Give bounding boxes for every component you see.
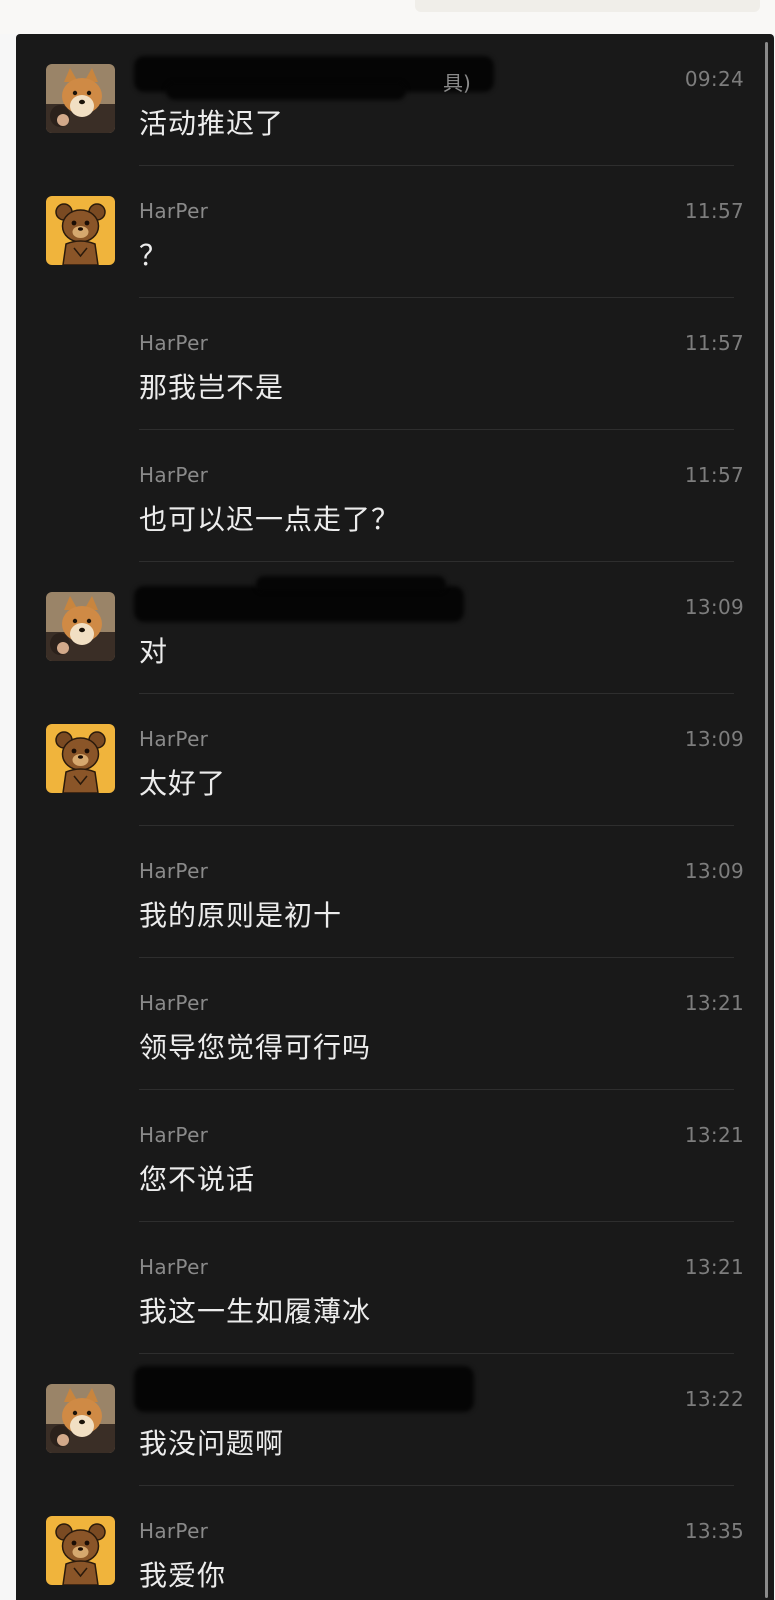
top-strip <box>0 0 775 34</box>
sender-name: HarPer <box>139 991 209 1015</box>
redacted-sender-smudge <box>256 576 446 592</box>
message-time: 11:57 <box>684 331 744 355</box>
message-time: 13:21 <box>684 991 744 1015</box>
message-time: 13:21 <box>684 1123 744 1147</box>
message-item[interactable]: HarPer 13:21 您不说话 <box>16 1090 756 1222</box>
message-item[interactable]: 13:22 我没问题啊 <box>16 1354 756 1486</box>
message-time: 13:21 <box>684 1255 744 1279</box>
sender-name: HarPer <box>139 727 209 751</box>
message-text: 对 <box>139 635 169 668</box>
sender-name: HarPer <box>139 1123 209 1147</box>
message-item[interactable]: HarPer 13:21 我这一生如履薄冰 <box>16 1222 756 1354</box>
sender-name: HarPer <box>139 331 209 355</box>
message-time: 13:09 <box>684 859 744 883</box>
message-item[interactable]: 具) 09:24 活动推迟了 <box>16 34 756 166</box>
message-time: 11:57 <box>684 199 744 223</box>
bear-avatar-icon[interactable] <box>46 724 115 793</box>
bear-avatar-icon[interactable] <box>46 1516 115 1585</box>
message-item[interactable]: HarPer 13:09 我的原则是初十 <box>16 826 756 958</box>
message-text: 您不说话 <box>139 1163 256 1196</box>
message-text: 我爱你 <box>139 1559 227 1592</box>
redacted-sender <box>134 1366 474 1412</box>
shiba-avatar-icon[interactable] <box>46 64 115 133</box>
sender-name: HarPer <box>139 1519 209 1543</box>
message-text: 太好了 <box>139 767 227 800</box>
sender-name: HarPer <box>139 1255 209 1279</box>
message-time: 11:57 <box>684 463 744 487</box>
message-text: 我的原则是初十 <box>139 899 343 932</box>
shiba-avatar-icon[interactable] <box>46 1384 115 1453</box>
message-text: 也可以迟一点走了？ <box>139 503 401 536</box>
message-item[interactable]: HarPer 11:57 也可以迟一点走了？ <box>16 430 756 562</box>
message-time: 13:22 <box>684 1387 744 1411</box>
message-text: 我没问题啊 <box>139 1427 285 1460</box>
message-item[interactable]: HarPer 13:21 领导您觉得可行吗 <box>16 958 756 1090</box>
sender-name: HarPer <box>139 199 209 223</box>
redacted-sender-tail: 具) <box>443 71 471 95</box>
message-text: 我这一生如履薄冰 <box>139 1295 372 1328</box>
message-text: ？ <box>139 239 169 272</box>
message-text: 活动推迟了 <box>139 107 285 140</box>
message-item[interactable]: HarPer 13:09 太好了 <box>16 694 756 826</box>
redacted-sender-smudge <box>166 82 406 100</box>
message-item[interactable]: 13:09 对 <box>16 562 756 694</box>
message-item[interactable]: HarPer 11:57 ？ <box>16 166 756 298</box>
chat-panel[interactable]: 具) 09:24 活动推迟了 HarPer 11:57 ？ HarPer 11:… <box>16 34 774 1600</box>
bear-avatar-icon[interactable] <box>46 196 115 265</box>
sender-name: HarPer <box>139 859 209 883</box>
message-item[interactable]: HarPer 11:57 那我岂不是 <box>16 298 756 430</box>
top-bar <box>415 0 760 12</box>
message-time: 09:24 <box>684 67 744 91</box>
message-time: 13:09 <box>684 727 744 751</box>
message-time: 13:35 <box>684 1519 744 1543</box>
message-text: 领导您觉得可行吗 <box>139 1031 372 1064</box>
message-time: 13:09 <box>684 595 744 619</box>
scrollbar[interactable] <box>765 42 768 1598</box>
sender-name: HarPer <box>139 463 209 487</box>
message-text: 那我岂不是 <box>139 371 285 404</box>
shiba-avatar-icon[interactable] <box>46 592 115 661</box>
message-item[interactable]: HarPer 13:35 我爱你 <box>16 1486 756 1600</box>
